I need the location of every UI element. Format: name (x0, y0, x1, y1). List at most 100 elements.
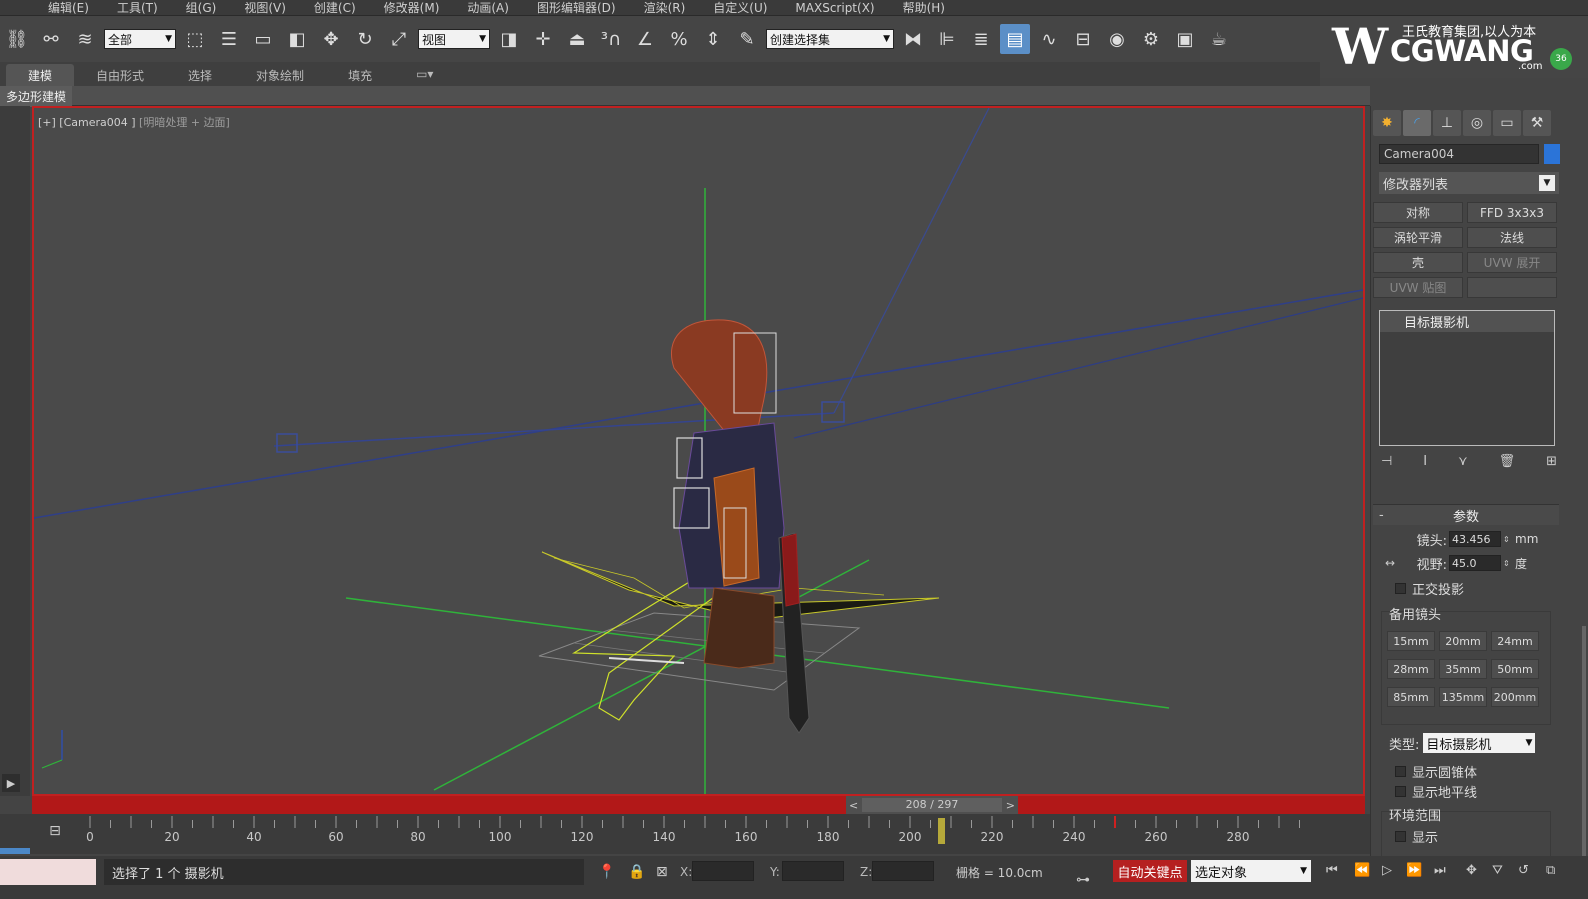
pin-stack-icon[interactable]: ⊣ (1381, 454, 1392, 476)
pan-icon[interactable]: ✥ (1466, 863, 1477, 878)
go-to-start-icon[interactable]: ⏮ (1326, 863, 1338, 878)
modify-tab-icon[interactable]: ◜ (1403, 110, 1431, 136)
fov-icon[interactable]: ⛛ (1492, 863, 1503, 878)
ribbon-tab[interactable]: 自由形式 (74, 64, 166, 86)
make-unique-icon[interactable]: ⋎ (1458, 454, 1468, 476)
menu-item[interactable]: 工具(T) (103, 0, 172, 16)
render-setup-icon[interactable]: ⚙ (1136, 24, 1166, 54)
modifier-list-dropdown[interactable]: 修改器列表 ▼ (1379, 172, 1559, 194)
menu-item[interactable]: MAXScript(X) (781, 0, 888, 16)
isolate-icon[interactable]: 📍 (598, 864, 615, 880)
scene-explorer-icon[interactable]: ▤ (1000, 24, 1030, 54)
menu-item[interactable]: 创建(C) (300, 0, 370, 16)
edit-named-sets-icon[interactable]: ✎ (732, 24, 762, 54)
menu-item[interactable]: 渲染(R) (630, 0, 700, 16)
hierarchy-tab-icon[interactable]: ⊥ (1433, 110, 1461, 136)
configure-sets-icon[interactable]: ⊞ (1546, 454, 1557, 476)
move-icon[interactable]: ✥ (316, 24, 346, 54)
ribbon-tab[interactable]: 对象绘制 (234, 64, 326, 86)
mirror-icon[interactable]: ⧓ (898, 24, 928, 54)
go-to-end-icon[interactable]: ⏭ (1434, 863, 1446, 878)
modifier-stack[interactable]: 目标摄影机 (1379, 310, 1555, 446)
viewport-label[interactable]: [+] [Camera004 ] [明暗处理 + 边面] (38, 114, 230, 130)
play-icon[interactable]: ▷ (1382, 863, 1392, 878)
show-cone-row[interactable]: 显示圆锥体 (1395, 762, 1477, 781)
object-name-field[interactable]: Camera004 (1379, 144, 1539, 164)
play-expand-icon[interactable]: ▶ (2, 774, 20, 792)
render-frame-icon[interactable]: ▣ (1170, 24, 1200, 54)
modifier-button[interactable]: UVW 贴图 (1373, 277, 1463, 298)
menu-item[interactable]: 修改器(M) (370, 0, 454, 16)
previous-frame-icon[interactable]: ⏪ (1354, 863, 1370, 878)
object-color-swatch[interactable] (1544, 144, 1560, 164)
ref-coord-dropdown[interactable]: 视图 ▼ (418, 29, 490, 49)
display-tab-icon[interactable]: ▭ (1493, 110, 1521, 136)
modifier-button[interactable]: FFD 3x3x3 (1467, 202, 1557, 223)
utilities-tab-icon[interactable]: ⚒ (1523, 110, 1551, 136)
auto-key-button[interactable]: 自动关键点 (1113, 860, 1187, 882)
stock-lens-button[interactable]: 15mm (1387, 631, 1435, 651)
modifier-button[interactable]: UVW 展开 (1467, 252, 1557, 273)
menu-item[interactable]: 视图(V) (230, 0, 300, 16)
stock-lens-button[interactable]: 200mm (1491, 687, 1539, 707)
angle-snap-icon[interactable]: ∠ (630, 24, 660, 54)
time-slider[interactable]: < 208 / 297 > (846, 796, 1018, 814)
rect-selection-icon[interactable]: ▭ (248, 24, 278, 54)
key-icon[interactable]: ⊶ (1076, 872, 1090, 888)
absolute-mode-icon[interactable]: ⊠ (656, 864, 668, 880)
next-frame-icon[interactable]: ⏩ (1406, 863, 1422, 878)
poly-modeling-tab[interactable]: 多边形建模 (0, 86, 73, 107)
bind-spacewarp-icon[interactable]: ≋ (70, 24, 100, 54)
command-panel-scrollbar[interactable] (1582, 626, 1586, 856)
menu-item[interactable]: 编辑(E) (0, 0, 103, 16)
select-manipulate-icon[interactable]: ✛ (528, 24, 558, 54)
layer-manager-icon[interactable]: ≣ (966, 24, 996, 54)
fov-field[interactable]: 45.0 (1449, 555, 1501, 571)
window-crossing-icon[interactable]: ◧ (282, 24, 312, 54)
ribbon-tab[interactable]: 填充 (326, 64, 394, 86)
x-coord-field[interactable] (692, 861, 754, 881)
lock-icon[interactable]: 🔒 (628, 864, 645, 880)
next-frame-button[interactable]: > (1006, 799, 1015, 812)
env-show-row[interactable]: 显示 (1395, 827, 1438, 846)
show-horizon-row[interactable]: 显示地平线 (1395, 782, 1477, 801)
env-show-checkbox[interactable] (1395, 830, 1406, 842)
unlink-icon[interactable]: ⚯ (36, 24, 66, 54)
stock-lens-button[interactable]: 28mm (1387, 659, 1435, 679)
stock-lens-button[interactable]: 20mm (1439, 631, 1487, 651)
maximize-viewport-icon[interactable]: ⧉ (1546, 863, 1555, 878)
orbit-icon[interactable]: ↺ (1518, 863, 1529, 878)
menu-item[interactable]: 自定义(U) (699, 0, 781, 16)
spinner-snap-icon[interactable]: ⇕ (698, 24, 728, 54)
stock-lens-button[interactable]: 24mm (1491, 631, 1539, 651)
parameters-rollout-header[interactable]: - 参数 (1373, 505, 1559, 525)
material-editor-icon[interactable]: ◉ (1102, 24, 1132, 54)
stock-lens-button[interactable]: 35mm (1439, 659, 1487, 679)
camera-viewport[interactable]: [+] [Camera004 ] [明暗处理 + 边面] (32, 106, 1365, 796)
modifier-button[interactable]: 壳 (1373, 252, 1463, 273)
ribbon-tab[interactable]: 建模 (6, 64, 75, 86)
y-coord-field[interactable] (782, 861, 844, 881)
keyboard-shortcut-icon[interactable]: ⏏ (562, 24, 592, 54)
menu-item[interactable]: 帮助(H) (889, 0, 959, 16)
rotate-icon[interactable]: ↻ (350, 24, 380, 54)
fov-direction-icon[interactable]: ↔ (1385, 556, 1395, 570)
show-end-result-icon[interactable]: Ⅰ (1423, 454, 1427, 476)
select-object-icon[interactable]: ⬚ (180, 24, 210, 54)
align-icon[interactable]: ⊫ (932, 24, 962, 54)
ortho-checkbox[interactable] (1395, 582, 1406, 594)
show-cone-checkbox[interactable] (1395, 765, 1406, 777)
link-icon[interactable]: ⛓ (2, 24, 32, 54)
ortho-row[interactable]: 正交投影 (1395, 579, 1464, 598)
menu-item[interactable]: 动画(A) (453, 0, 523, 16)
scale-icon[interactable]: ⤢ (384, 24, 414, 54)
z-coord-field[interactable] (872, 861, 934, 881)
lens-field[interactable]: 43.456 (1449, 531, 1501, 547)
selection-filter-dropdown[interactable]: 全部 ▼ (104, 29, 176, 49)
ribbon-options-icon[interactable]: ▭▾ (394, 64, 455, 86)
maxscript-listener[interactable] (0, 859, 96, 885)
modifier-button[interactable] (1467, 277, 1557, 298)
curve-editor-mini-icon[interactable]: ⊟ (42, 820, 68, 842)
curve-editor-icon[interactable]: ∿ (1034, 24, 1064, 54)
menu-item[interactable]: 图形编辑器(D) (523, 0, 630, 16)
